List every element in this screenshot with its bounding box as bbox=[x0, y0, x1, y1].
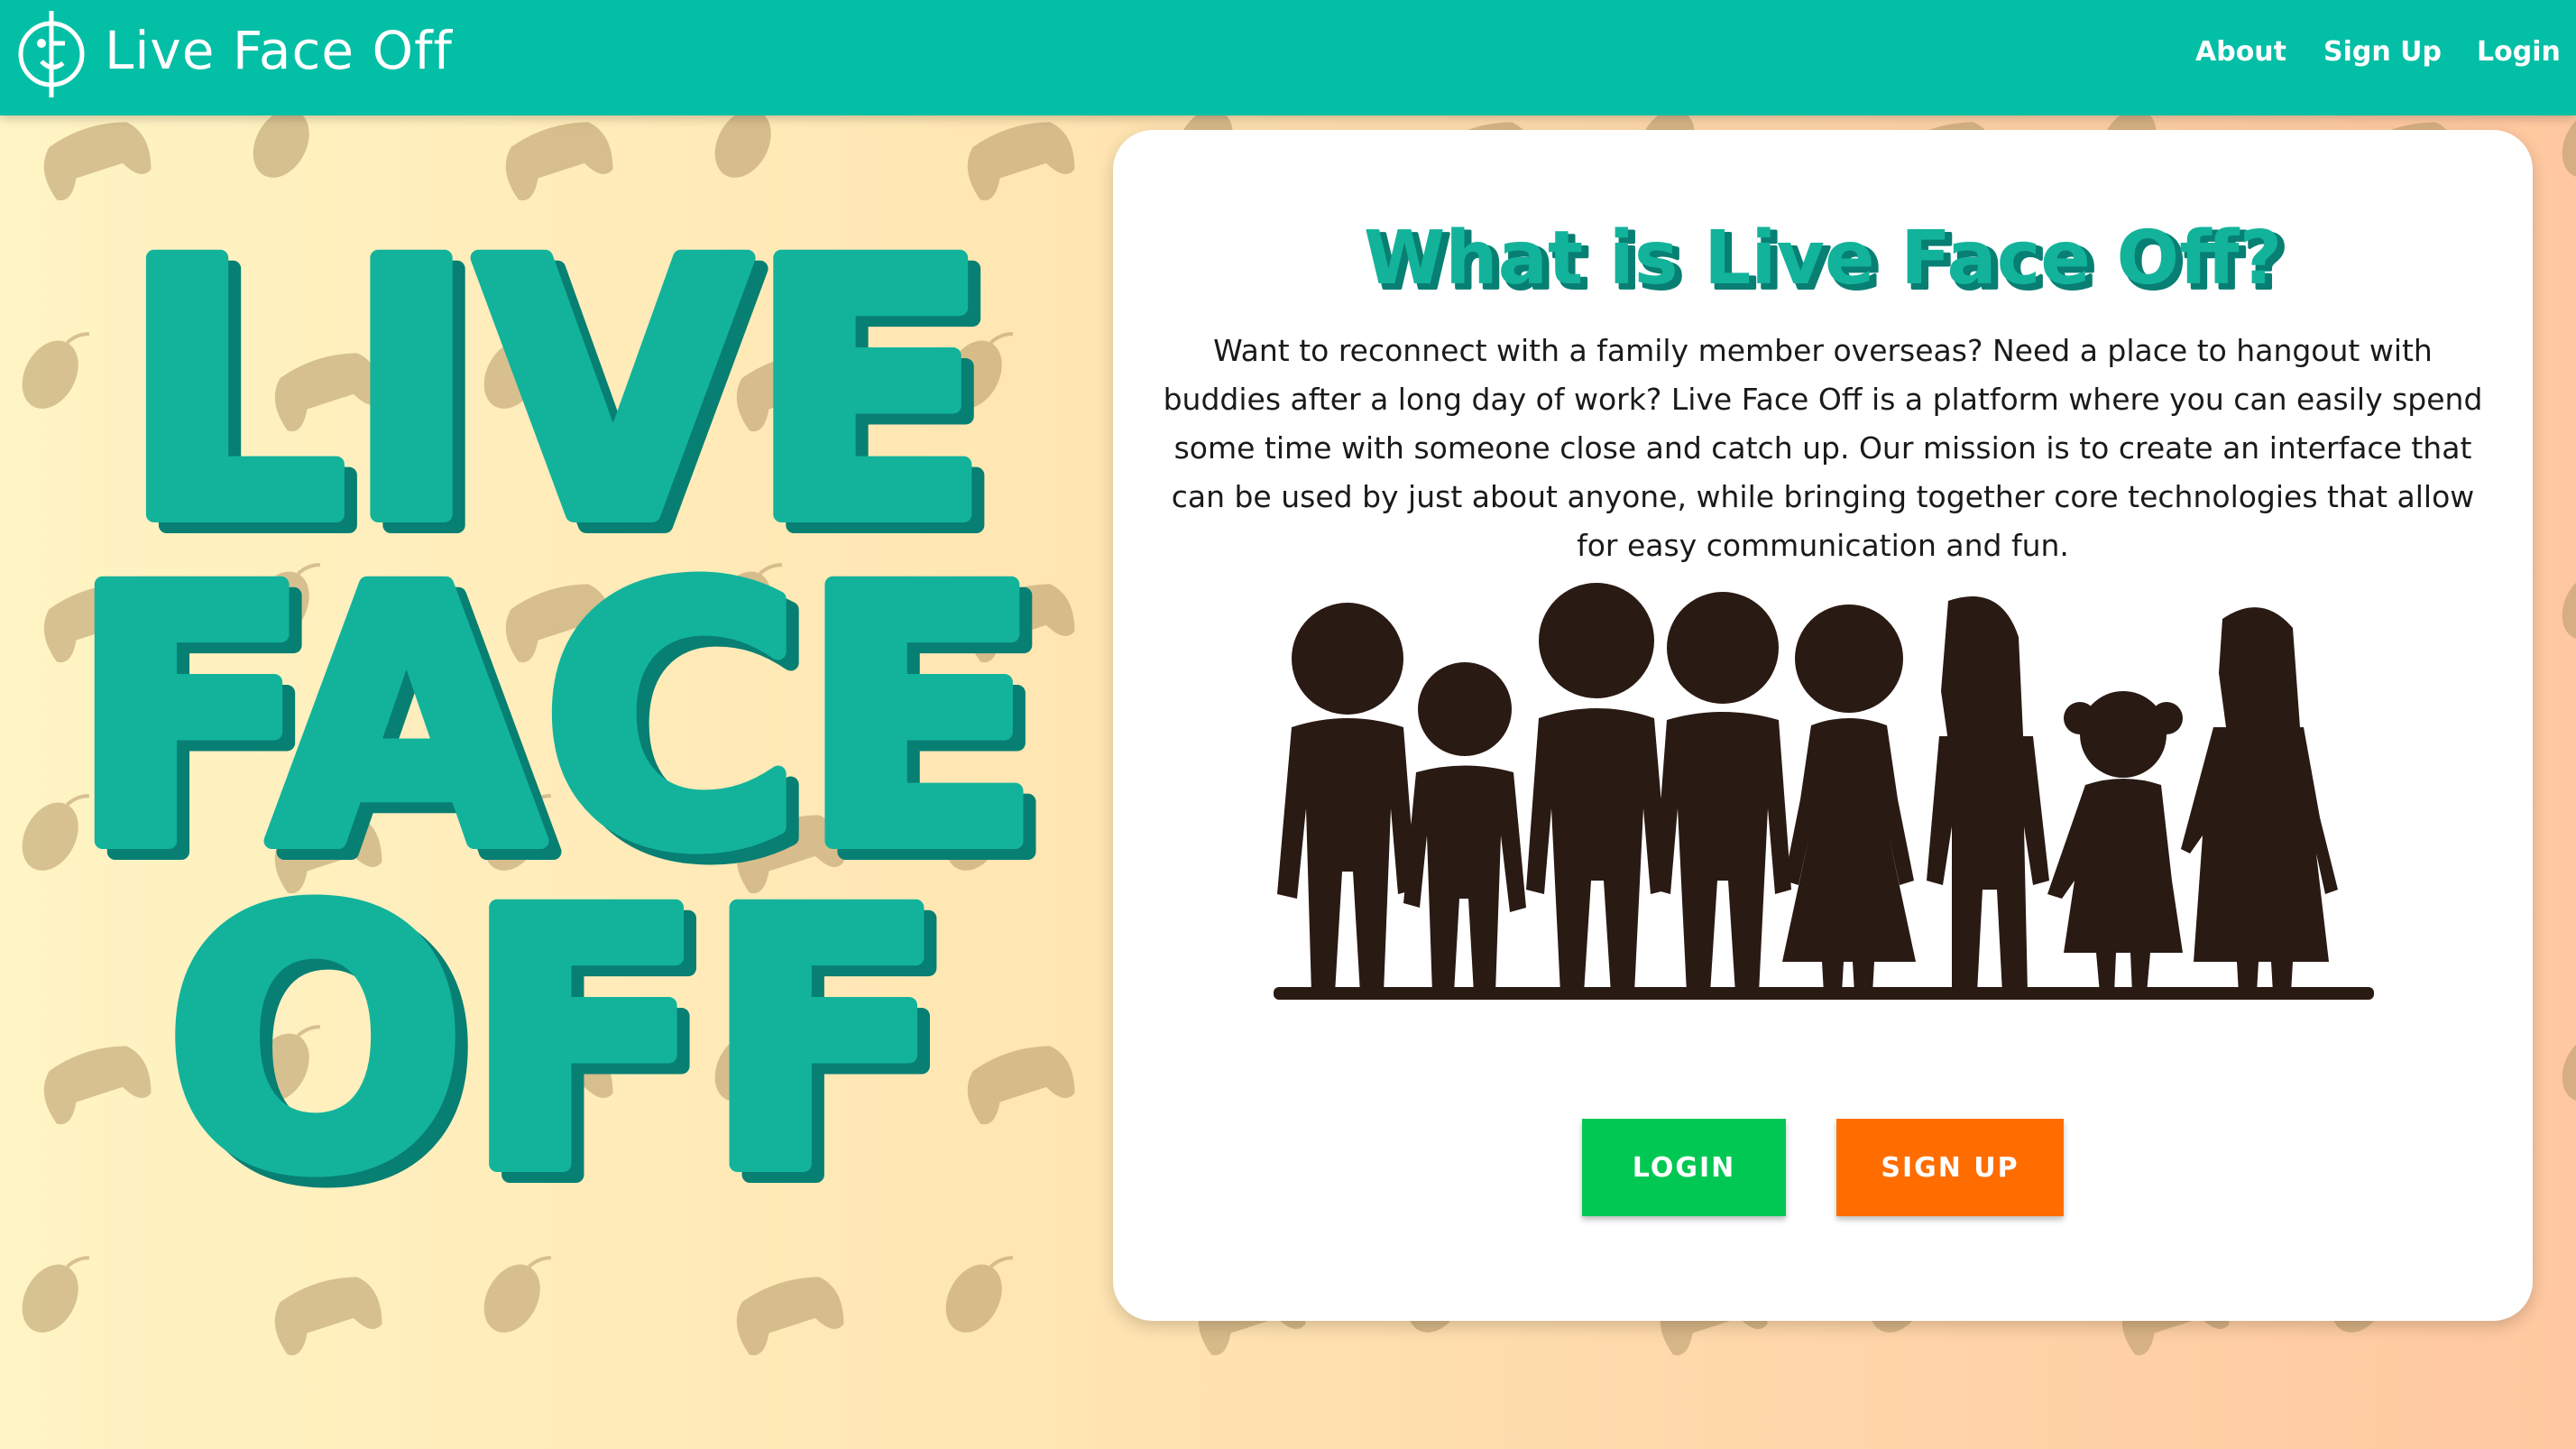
mouse-icon bbox=[2562, 571, 2576, 640]
gamepad-icon bbox=[736, 1277, 844, 1356]
smiley-face-logo-icon[interactable] bbox=[14, 9, 88, 99]
nav-link-about[interactable]: About bbox=[2195, 36, 2286, 68]
mouse-icon bbox=[253, 115, 309, 178]
hero-line-off: OFF bbox=[166, 837, 945, 1209]
login-button[interactable]: LOGIN bbox=[1582, 1119, 1786, 1216]
nav-link-sign-up[interactable]: Sign Up bbox=[2323, 36, 2442, 68]
gamepad-icon bbox=[274, 1277, 382, 1356]
nav-link-login[interactable]: Login bbox=[2477, 36, 2561, 68]
gamepad-icon bbox=[2566, 330, 2576, 444]
card-description: Want to reconnect with a family member o… bbox=[1163, 333, 2483, 563]
gamepad-icon bbox=[505, 122, 613, 201]
navbar: Live Face Off About Sign Up Login bbox=[0, 0, 2576, 115]
sign-up-button[interactable]: SIGN UP bbox=[1836, 1119, 2064, 1216]
hero-title: LIVE LIVE FACE FACE OFF OFF bbox=[62, 217, 1062, 1209]
gamepad-icon bbox=[2566, 792, 2576, 906]
gamepad-icon bbox=[967, 122, 1075, 201]
mouse-icon bbox=[22, 1256, 89, 1333]
mouse-icon bbox=[714, 115, 771, 178]
brand-title[interactable]: Live Face Off bbox=[105, 20, 453, 81]
mouse-icon bbox=[945, 1256, 1013, 1333]
gamepad-icon bbox=[2566, 1254, 2576, 1368]
family-silhouette-image bbox=[1274, 583, 2374, 1000]
about-card: What is Live Face Off? What is Live Face… bbox=[1113, 130, 2533, 1321]
mouse-icon bbox=[483, 1256, 551, 1333]
mouse-icon bbox=[2562, 1033, 2576, 1102]
gamepad-icon bbox=[43, 122, 152, 201]
mouse-icon bbox=[2562, 115, 2576, 178]
card-title: What is Live Face Off? What is Live Face… bbox=[1364, 216, 2289, 308]
svg-text:What is Live Face Off?: What is Live Face Off? bbox=[1364, 216, 2282, 301]
